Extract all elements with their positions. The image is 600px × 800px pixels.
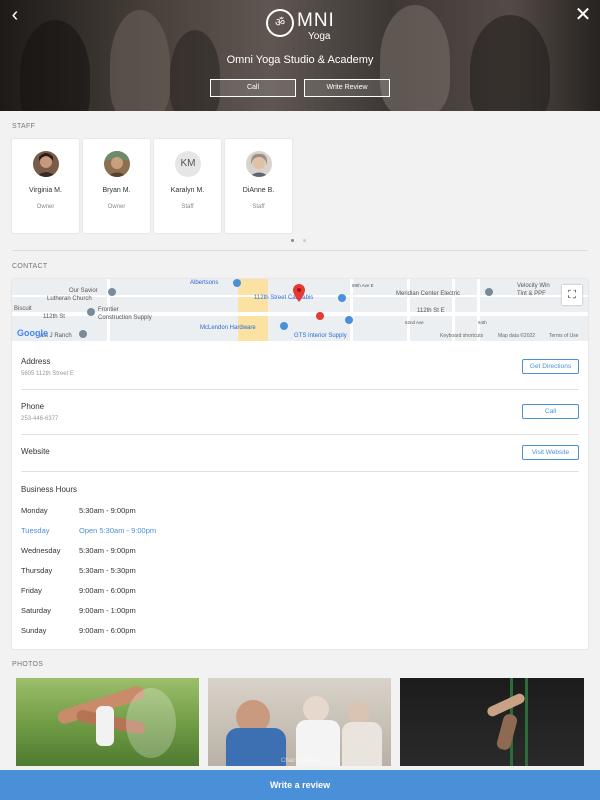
staff-section-label: STAFF <box>12 123 36 130</box>
hours-time: 5:30am - 9:00pm <box>79 506 136 515</box>
back-button[interactable]: ‹ <box>4 4 26 26</box>
hero-write-review-button[interactable]: Write Review <box>304 79 390 97</box>
hours-time: 9:00am - 1:00pm <box>79 606 136 615</box>
section-divider <box>12 250 588 251</box>
call-button[interactable]: Call <box>522 404 579 419</box>
hours-day: Thursday <box>21 566 53 575</box>
staff-card[interactable]: DiAnne B. Staff <box>225 139 292 233</box>
contact-section-label: CONTACT <box>12 263 48 270</box>
map-terms-link[interactable]: Terms of Use <box>549 333 578 339</box>
map-label: Velocity Win <box>517 283 550 289</box>
staff-role: Staff <box>181 204 194 210</box>
poi-icon <box>79 330 87 338</box>
close-button[interactable]: ✕ <box>572 4 594 26</box>
omni-logo: ॐ MNI Yoga <box>266 9 338 43</box>
store-icon <box>338 294 346 302</box>
staff-name: Virginia M. <box>29 187 62 194</box>
staff-name: DiAnne B. <box>242 187 275 194</box>
visit-website-button[interactable]: Visit Website <box>522 445 579 460</box>
avatar-initials: KM <box>175 151 201 177</box>
photo-thumbnail[interactable] <box>16 678 199 766</box>
address-row: Address 5605 112th Street E Get Directio… <box>21 355 579 385</box>
contact-card: Albertsons 112th Street Cannabis Our Sav… <box>12 279 588 649</box>
staff-role: Owner <box>36 204 55 210</box>
hours-time: 9:00am - 6:00pm <box>79 586 136 595</box>
hero-banner: ‹ ✕ ॐ MNI Yoga Omni Yoga Studio & Academ… <box>0 0 600 111</box>
business-hours-title: Business Hours <box>21 485 78 494</box>
hours-time: 5:30am - 5:30pm <box>79 566 136 575</box>
poi-icon <box>87 308 95 316</box>
logo-word: MNI <box>297 10 335 31</box>
hours-time: 5:30am - 9:00pm <box>79 546 136 555</box>
avatar <box>33 151 59 177</box>
address-title: Address <box>21 357 51 366</box>
store-icon <box>345 316 353 324</box>
map-data-attribution: Map data ©2022 <box>498 333 536 339</box>
map-label: Albertsons <box>190 280 219 286</box>
map-label: 112th St <box>43 314 65 320</box>
hero-call-button[interactable]: Call <box>210 79 296 97</box>
business-title: Omni Yoga Studio & Academy <box>226 54 374 66</box>
map-label: 64th <box>478 320 487 325</box>
location-pin-icon[interactable] <box>293 284 305 302</box>
map-label: GTS Interior Supply <box>294 333 347 339</box>
staff-card[interactable]: KM Karalyn M. Staff <box>154 139 221 233</box>
row-divider <box>21 471 579 472</box>
om-icon: ॐ <box>266 9 294 37</box>
map-label: Meridian Center Electric <box>396 291 461 297</box>
staff-name: Bryan M. <box>102 187 131 194</box>
hours-day: Sunday <box>21 626 47 635</box>
map-label: Lutheran Church <box>47 296 92 302</box>
map-label: Tint & PPF <box>517 291 546 297</box>
map-label: 59th Ave E <box>352 283 374 288</box>
hours-day: Tuesday <box>21 526 50 535</box>
store-icon <box>280 322 288 330</box>
staff-card[interactable]: Bryan M. Owner <box>83 139 150 233</box>
poi-icon <box>485 288 493 296</box>
hours-day: Monday <box>21 506 48 515</box>
photos-section-label: PHOTOS <box>12 661 44 668</box>
photo-caption: Chair & Senio <box>280 758 319 764</box>
map-label: 62nd Ave <box>405 320 424 325</box>
photo-thumbnail[interactable] <box>400 678 584 766</box>
get-directions-button[interactable]: Get Directions <box>522 359 579 374</box>
map-label: Biscuit <box>14 306 32 312</box>
map-label: Our Savior <box>69 288 98 294</box>
photo-thumbnail[interactable]: Chair & Senio <box>208 678 391 766</box>
avatar <box>246 151 272 177</box>
hours-time: 9:00am - 6:00pm <box>79 626 136 635</box>
row-divider <box>21 389 579 390</box>
hours-day: Friday <box>21 586 42 595</box>
phone-value[interactable]: 253-446-6377 <box>21 416 58 422</box>
staff-name: Karalyn M. <box>170 187 205 194</box>
poi-icon <box>316 312 324 320</box>
store-icon <box>233 279 241 287</box>
map-label: Construction Supply <box>98 315 152 321</box>
avatar <box>104 151 130 177</box>
row-divider <box>21 434 579 435</box>
phone-row: Phone 253-446-6377 Call <box>21 400 579 430</box>
map[interactable]: Albertsons 112th Street Cannabis Our Sav… <box>12 279 588 341</box>
carousel-dot[interactable] <box>303 239 306 242</box>
staff-role: Staff <box>252 204 265 210</box>
write-review-button[interactable]: Write a review <box>0 770 600 800</box>
hours-day: Saturday <box>21 606 52 615</box>
map-keyboard-shortcuts[interactable]: Keyboard shortcuts <box>440 333 483 339</box>
staff-card[interactable]: Virginia M. Owner <box>12 139 79 233</box>
map-label: McLendon Hardware <box>200 325 256 331</box>
website-row: Website Visit Website <box>21 444 579 464</box>
carousel-dot-active[interactable] <box>291 239 294 242</box>
hours-time: Open 5:30am - 9:00pm <box>79 526 157 535</box>
map-label: 112th St E <box>417 308 445 314</box>
phone-title: Phone <box>21 402 45 411</box>
google-logo: Google <box>17 328 48 338</box>
hours-day: Wednesday <box>21 546 61 555</box>
staff-role: Owner <box>107 204 126 210</box>
fullscreen-icon[interactable]: ⛶ <box>562 285 582 305</box>
address-value: 5605 112th Street E <box>21 371 74 377</box>
logo-subtitle: Yoga <box>308 31 331 42</box>
map-label: Frontier <box>98 307 119 313</box>
church-icon <box>108 288 116 296</box>
website-title: Website <box>21 447 50 456</box>
